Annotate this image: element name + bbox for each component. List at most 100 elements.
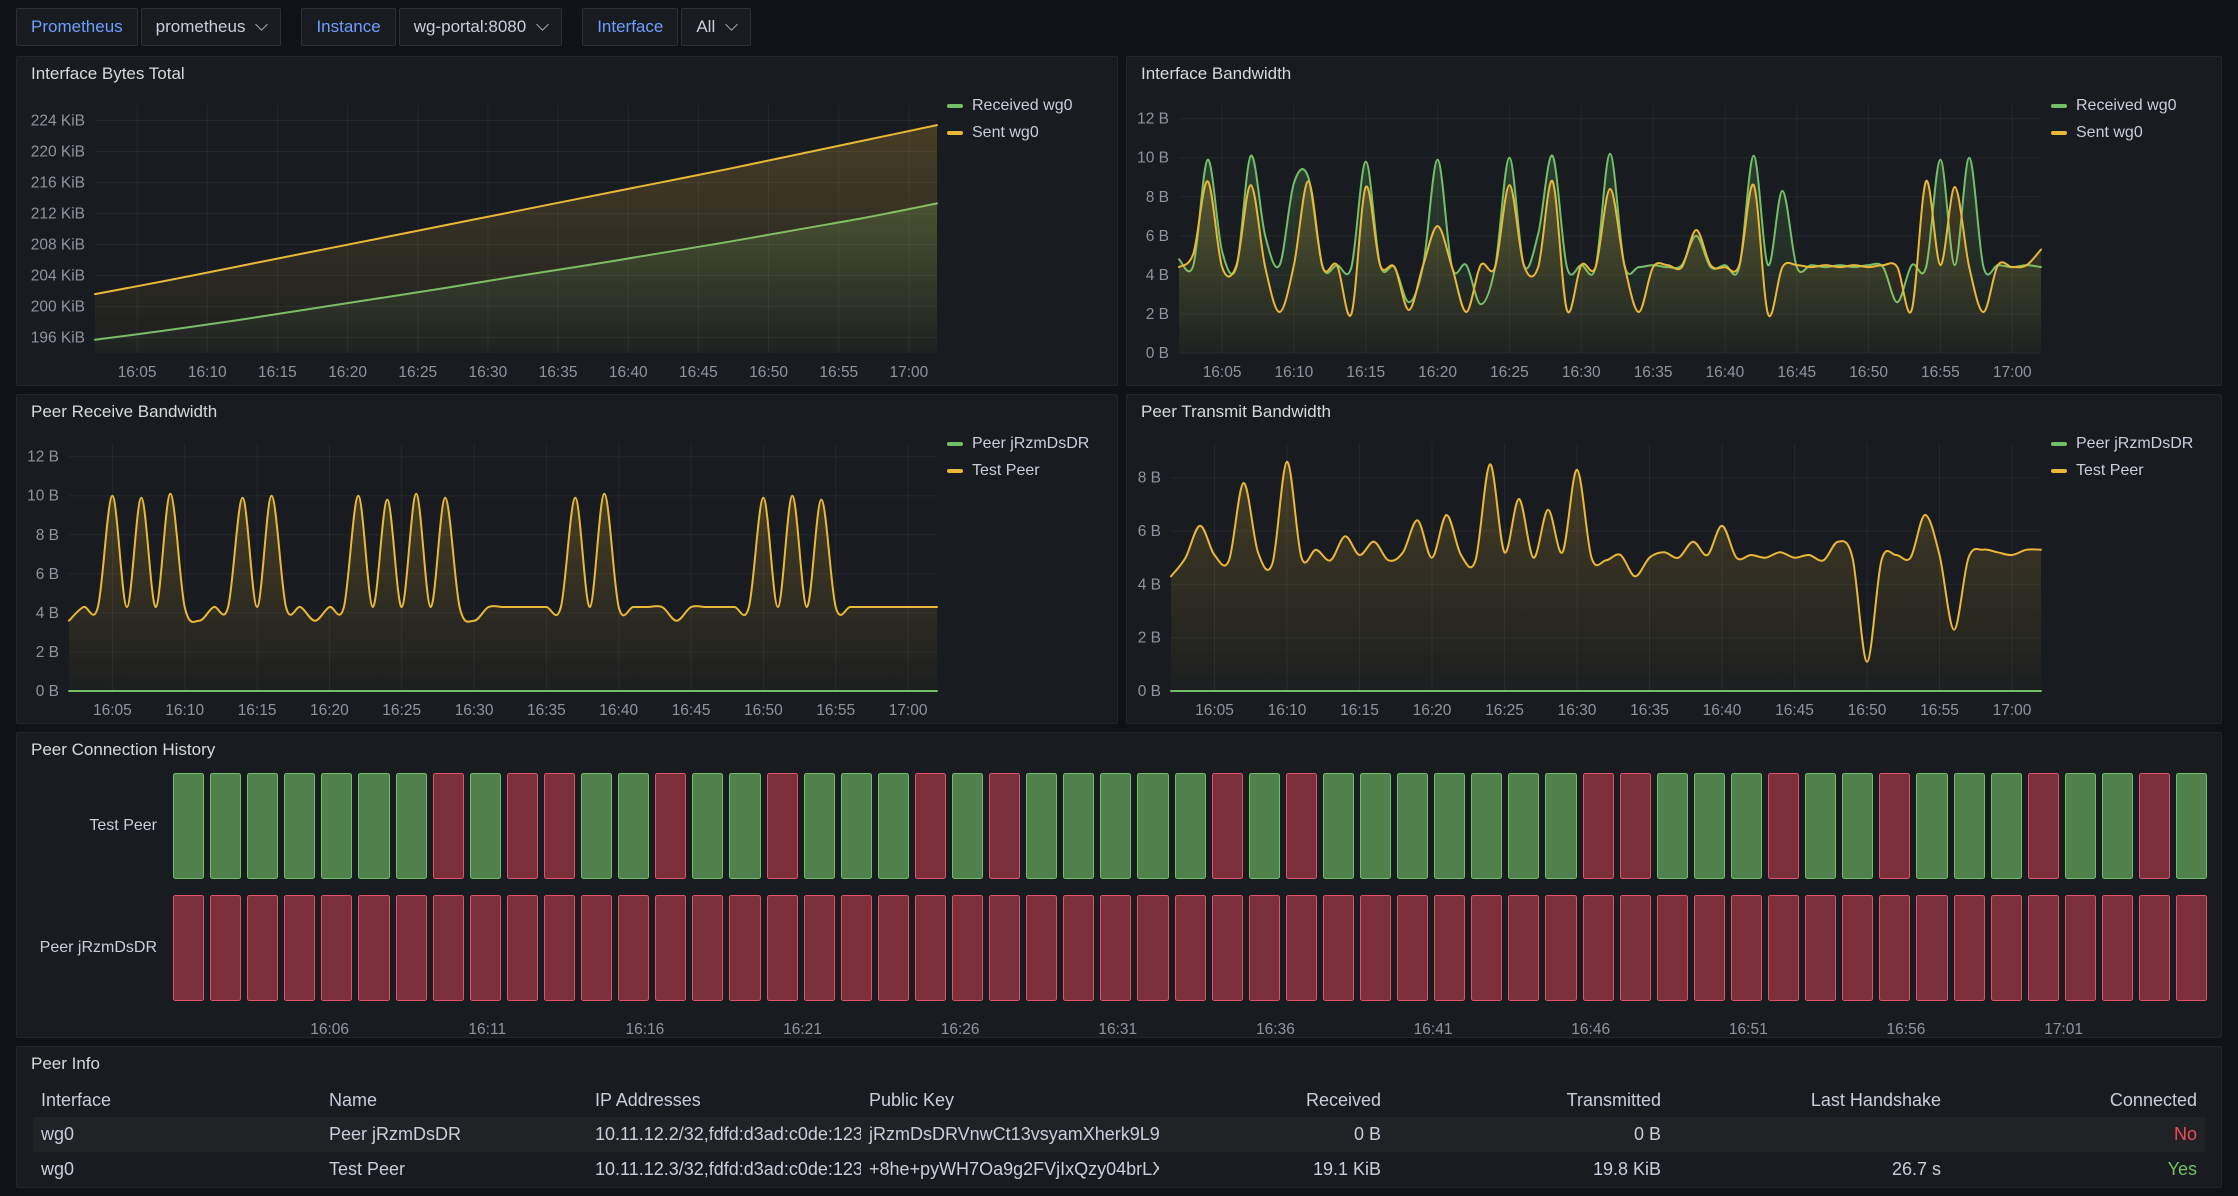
state-disconnected-bar — [1879, 895, 1910, 1001]
panel-title[interactable]: Peer Info — [17, 1047, 2221, 1081]
svg-text:16:45: 16:45 — [1777, 364, 1816, 381]
svg-text:16:05: 16:05 — [1195, 702, 1234, 719]
state-disconnected-bar — [507, 773, 538, 879]
variable-group-prometheus: Prometheus prometheus — [16, 8, 281, 46]
panel-title[interactable]: Peer Connection History — [17, 733, 2221, 767]
state-connected-bar — [1137, 773, 1168, 879]
table-cell: 26.7 s — [1669, 1159, 1949, 1180]
state-connected-bar — [952, 773, 983, 879]
legend-item[interactable]: Peer jRzmDsDR — [2051, 435, 2213, 453]
table-cell: Peer jRzmDsDR — [321, 1124, 587, 1145]
column-header[interactable]: Interface — [33, 1090, 321, 1111]
table-cell: wg0 — [33, 1159, 321, 1180]
svg-text:6 B: 6 B — [36, 566, 59, 583]
state-disconnected-bar — [544, 773, 575, 879]
column-header[interactable]: IP Addresses — [587, 1090, 861, 1111]
state-disconnected-bar — [989, 895, 1020, 1001]
legend-label: Peer jRzmDsDR — [972, 435, 1089, 453]
column-header[interactable]: Public Key — [861, 1090, 1159, 1111]
state-disconnected-bar — [1360, 895, 1391, 1001]
state-disconnected-bar — [952, 895, 983, 1001]
svg-text:16:10: 16:10 — [165, 702, 204, 719]
svg-text:16:25: 16:25 — [1485, 702, 1524, 719]
state-disconnected-bar — [915, 773, 946, 879]
column-header[interactable]: Received — [1159, 1090, 1389, 1111]
svg-text:204 KiB: 204 KiB — [31, 268, 85, 285]
column-header[interactable]: Transmitted — [1389, 1090, 1669, 1111]
state-connected-bar — [358, 773, 389, 879]
state-disconnected-bar — [1842, 895, 1873, 1001]
state-disconnected-bar — [989, 773, 1020, 879]
chart-area: 0 B2 B4 B6 B8 B10 B12 B16:0516:1016:1516… — [19, 429, 1115, 721]
column-header[interactable]: Name — [321, 1090, 587, 1111]
state-connected-bar — [1545, 773, 1576, 879]
panel-title[interactable]: Peer Transmit Bandwidth — [1127, 395, 2221, 429]
state-disconnected-bar — [1212, 895, 1243, 1001]
panel-title[interactable]: Interface Bandwidth — [1127, 57, 2221, 91]
timeline-axis-label: 16:31 — [1098, 1021, 1137, 1039]
timeline-bars — [173, 773, 2207, 879]
state-connected-bar — [1323, 773, 1354, 879]
state-disconnected-bar — [1583, 895, 1614, 1001]
column-header[interactable]: Connected — [1949, 1090, 2205, 1111]
legend-label: Peer jRzmDsDR — [2076, 435, 2193, 453]
legend-item[interactable]: Received wg0 — [2051, 97, 2213, 115]
time-series-plot[interactable]: 0 B2 B4 B6 B8 B10 B12 B16:0516:1016:1516… — [1129, 91, 2051, 383]
panel-title[interactable]: Interface Bytes Total — [17, 57, 1117, 91]
table-row: wg0Peer jRzmDsDR10.11.12.2/32,fdfd:d3ad:… — [33, 1117, 2205, 1152]
svg-text:16:05: 16:05 — [93, 702, 132, 719]
svg-text:17:00: 17:00 — [889, 702, 928, 719]
state-disconnected-bar — [915, 895, 946, 1001]
state-connected-bar — [284, 773, 315, 879]
table-cell: 0 B — [1159, 1124, 1389, 1145]
state-connected-bar — [1991, 773, 2022, 879]
state-disconnected-bar — [507, 895, 538, 1001]
state-disconnected-bar — [729, 895, 760, 1001]
svg-text:10 B: 10 B — [1137, 150, 1169, 167]
state-connected-bar — [1434, 773, 1465, 879]
table-cell: 10.11.12.2/32,fdfd:d3ad:c0de:1234::1/128 — [587, 1124, 861, 1145]
legend-item[interactable]: Sent wg0 — [2051, 124, 2213, 142]
legend-item[interactable]: Test Peer — [2051, 462, 2213, 480]
panel-title[interactable]: Peer Receive Bandwidth — [17, 395, 1117, 429]
variable-label-prometheus: Prometheus — [16, 8, 138, 46]
svg-text:16:25: 16:25 — [382, 702, 421, 719]
state-disconnected-bar — [692, 895, 723, 1001]
state-disconnected-bar — [210, 895, 241, 1001]
chart-area: 0 B2 B4 B6 B8 B16:0516:1016:1516:2016:25… — [1129, 429, 2219, 721]
svg-text:220 KiB: 220 KiB — [31, 144, 85, 161]
state-disconnected-bar — [1397, 895, 1428, 1001]
legend-item[interactable]: Peer jRzmDsDR — [947, 435, 1109, 453]
time-series-plot[interactable]: 0 B2 B4 B6 B8 B16:0516:1016:1516:2016:25… — [1129, 429, 2051, 721]
table-cell: 0 B — [1389, 1124, 1669, 1145]
variable-dropdown-prometheus[interactable]: prometheus — [141, 8, 282, 46]
variable-dropdown-interface[interactable]: All — [681, 8, 751, 46]
state-connected-bar — [247, 773, 278, 879]
svg-text:16:20: 16:20 — [1418, 364, 1457, 381]
time-series-plot[interactable]: 196 KiB200 KiB204 KiB208 KiB212 KiB216 K… — [19, 91, 947, 383]
table-cell: 10.11.12.3/32,fdfd:d3ad:c0de:1234::2/128 — [587, 1159, 861, 1180]
variable-dropdown-instance[interactable]: wg-portal:8080 — [399, 8, 562, 46]
state-disconnected-bar — [1545, 895, 1576, 1001]
svg-text:16:45: 16:45 — [679, 364, 718, 381]
time-series-plot[interactable]: 0 B2 B4 B6 B8 B10 B12 B16:0516:1016:1516… — [19, 429, 947, 721]
grafana-dashboard: Prometheus prometheus Instance wg-portal… — [0, 0, 2238, 1196]
state-disconnected-bar — [2028, 773, 2059, 879]
legend-item[interactable]: Sent wg0 — [947, 124, 1109, 142]
panel-interface-bytes-total: Interface Bytes Total 196 KiB200 KiB204 … — [16, 56, 1118, 386]
legend-item[interactable]: Received wg0 — [947, 97, 1109, 115]
column-header[interactable]: Last Handshake — [1669, 1090, 1949, 1111]
chevron-down-icon — [536, 18, 549, 31]
state-connected-bar — [1916, 773, 1947, 879]
svg-text:16:25: 16:25 — [1490, 364, 1529, 381]
svg-text:16:50: 16:50 — [744, 702, 783, 719]
series-color-swatch — [2051, 442, 2067, 446]
legend: Peer jRzmDsDR Test Peer — [947, 429, 1115, 721]
state-disconnected-bar — [841, 895, 872, 1001]
state-connected-bar — [1954, 773, 1985, 879]
timeline-bars — [173, 895, 2207, 1001]
legend-item[interactable]: Test Peer — [947, 462, 1109, 480]
state-connected-bar — [173, 773, 204, 879]
state-connected-bar — [804, 773, 835, 879]
state-connected-bar — [1360, 773, 1391, 879]
